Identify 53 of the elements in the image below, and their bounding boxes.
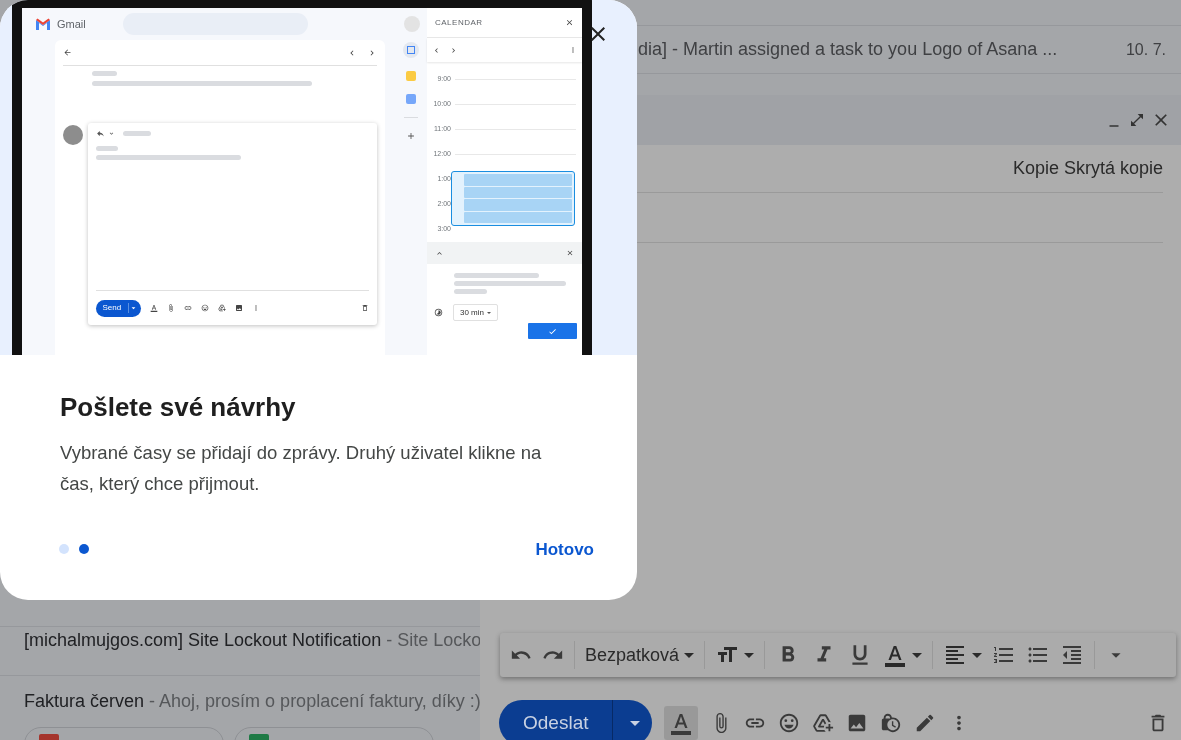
text-color-icon xyxy=(883,643,908,667)
drive-icon[interactable] xyxy=(218,304,227,312)
avatar xyxy=(63,125,83,145)
recipient-link[interactable]: Skrytá kopie xyxy=(1063,155,1163,182)
text-format-button[interactable] xyxy=(664,706,699,740)
check-icon xyxy=(548,326,557,336)
caret-icon xyxy=(912,652,923,658)
drive-icon[interactable] xyxy=(812,712,835,734)
expand-icon[interactable] xyxy=(1129,112,1145,128)
email-subject: Faktura červen xyxy=(24,690,145,713)
email-row[interactable]: Faktura červen - Ahoj, prosím o proplacení faktury, díky :) xyxy=(0,676,480,740)
reply-icon[interactable] xyxy=(95,128,105,138)
attach-icon[interactable] xyxy=(167,304,176,312)
placeholder-bar xyxy=(95,146,118,151)
email-snippet: dia] - Martin assigned a task to you Logo of Asana ... xyxy=(638,38,1058,61)
gmail-logo-icon xyxy=(35,18,51,30)
time-selection[interactable] xyxy=(451,171,575,226)
timer-icon[interactable] xyxy=(434,308,443,317)
font-dropdown[interactable]: Bezpatková xyxy=(585,641,695,669)
link-icon[interactable] xyxy=(184,304,193,312)
panel-title: CALENDAR xyxy=(435,16,483,29)
chevron-left-icon[interactable] xyxy=(432,45,441,55)
email-date: 10. 7. xyxy=(1125,39,1166,60)
done-link[interactable]: Hotovo xyxy=(527,537,602,563)
caret-icon xyxy=(684,652,695,658)
email-row[interactable]: [michalmujgos.com] Site Lockout Notification - Site Locko xyxy=(0,627,480,676)
placeholder-bar xyxy=(454,289,487,294)
emoji-icon[interactable] xyxy=(778,712,801,734)
email-subject: [michalmujgos.com] Site Lockout Notification xyxy=(24,629,382,652)
placeholder-bar xyxy=(92,71,117,76)
text-format-icon[interactable] xyxy=(150,304,159,312)
calendar-icon[interactable] xyxy=(403,42,419,58)
close-icon[interactable] xyxy=(565,18,574,27)
trash-icon[interactable] xyxy=(361,304,369,312)
dialog-title: Pošlete své návrhy xyxy=(60,391,297,424)
chevron-right-icon[interactable] xyxy=(449,45,458,55)
align-dropdown[interactable] xyxy=(943,643,983,667)
back-icon[interactable] xyxy=(63,48,72,57)
emoji-icon[interactable] xyxy=(201,304,210,312)
email-snippet: - Site Locko xyxy=(386,629,482,652)
text-color-dropdown[interactable] xyxy=(883,643,923,667)
placeholder-bar xyxy=(122,130,151,136)
app-name: Gmail xyxy=(57,16,86,32)
caret-icon xyxy=(744,652,755,658)
dialog-body: Vybrané časy se přidají do zprávy. Druhý uživatel klikne na čas, který chce přijmout. xyxy=(60,441,543,496)
caret-icon xyxy=(630,720,641,726)
image-icon[interactable] xyxy=(235,304,244,312)
lock-clock-icon[interactable] xyxy=(880,712,903,734)
duration-dropdown[interactable]: 30 min xyxy=(453,304,498,321)
recipient-link[interactable]: Kopie xyxy=(1012,155,1059,182)
caret-icon xyxy=(972,652,983,658)
email-snippet: - Ahoj, prosím o proplacení faktury, díky :) xyxy=(149,690,481,713)
text-format-icon xyxy=(669,711,694,735)
